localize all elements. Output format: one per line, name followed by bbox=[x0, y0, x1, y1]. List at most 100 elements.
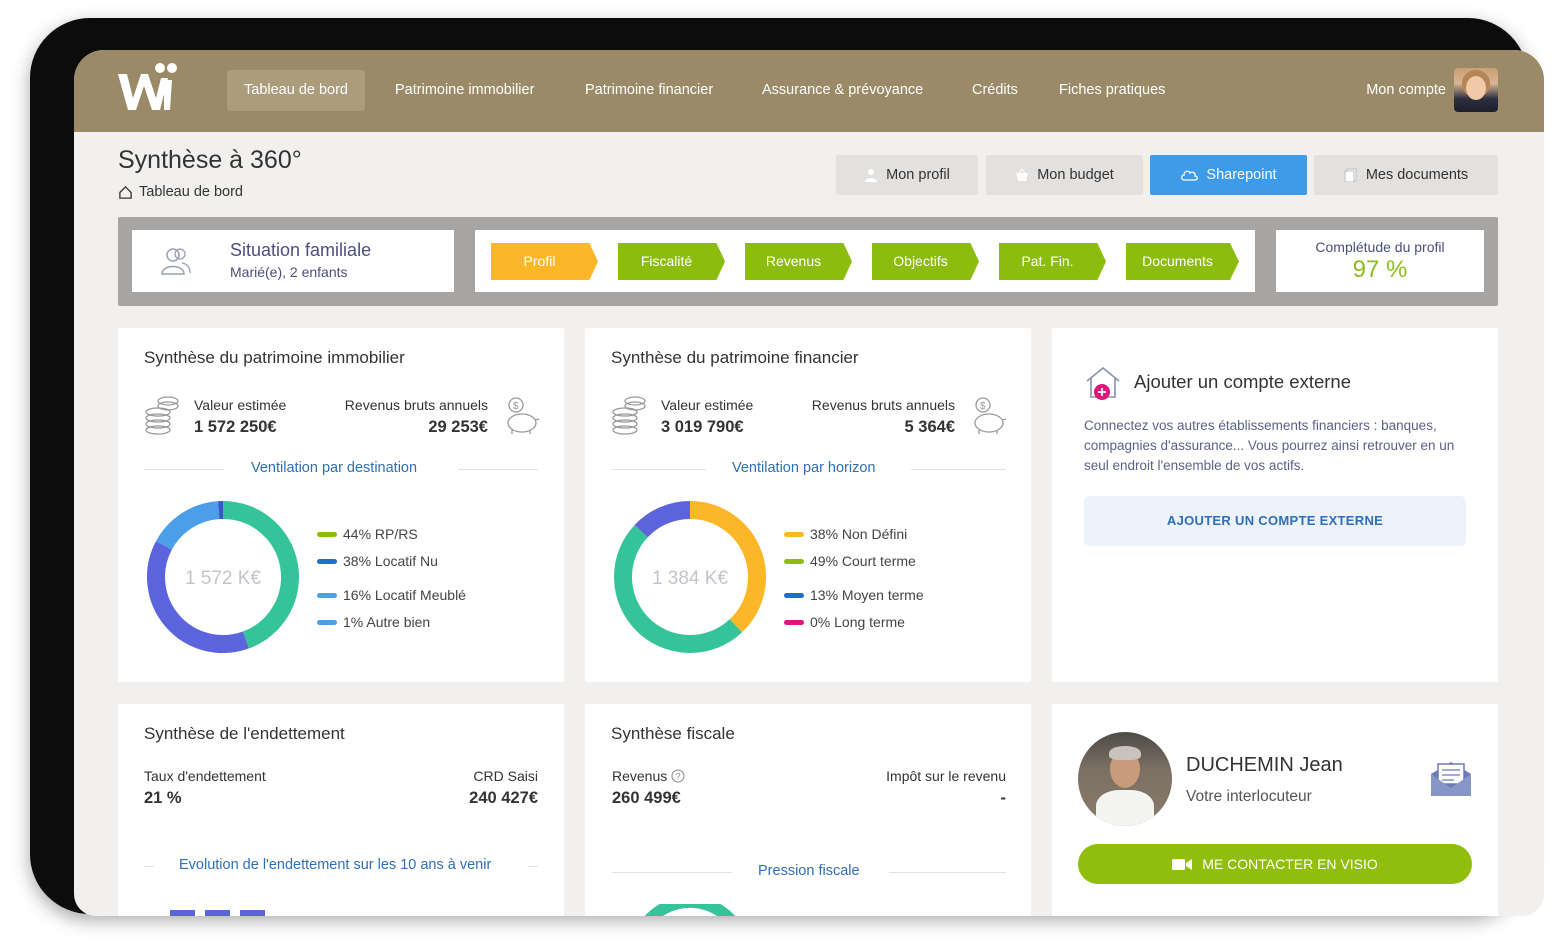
divider bbox=[144, 469, 224, 470]
pression-fiscale-gauge bbox=[644, 904, 736, 916]
legend-item: 49% Court terme bbox=[784, 553, 916, 569]
nav-patrimoine-immobilier[interactable]: Patrimoine immobilier bbox=[378, 70, 551, 111]
legend-item: 38% Locatif Nu bbox=[317, 553, 438, 569]
house-plus-icon bbox=[1086, 366, 1120, 400]
step-objectifs[interactable]: Objectifs bbox=[872, 243, 979, 280]
financier-title: Synthèse du patrimoine financier bbox=[611, 348, 859, 367]
impot-label: Impôt sur le revenu bbox=[886, 768, 1006, 784]
donut-segment bbox=[156, 501, 220, 550]
divider bbox=[528, 866, 538, 867]
divider bbox=[889, 872, 1006, 873]
legend-item: 16% Locatif Meublé bbox=[317, 587, 466, 603]
mail-icon[interactable] bbox=[1430, 758, 1472, 798]
step-revenus[interactable]: Revenus bbox=[745, 243, 852, 280]
divider bbox=[144, 866, 154, 867]
external-account-title: Ajouter un compte externe bbox=[1134, 371, 1351, 392]
immobilier-donut-chart: 1 572 K€ bbox=[147, 501, 299, 653]
contact-visio-label: ME CONTACTER EN VISIO bbox=[1202, 856, 1378, 872]
svg-text:$: $ bbox=[513, 401, 519, 412]
family-icon bbox=[161, 248, 191, 275]
immobilier-card[interactable]: Synthèse du patrimoine immobilier Valeur… bbox=[118, 328, 564, 682]
fiscale-card[interactable]: Synthèse fiscale Revenus ? 260 499€ Impô… bbox=[585, 704, 1031, 916]
sharepoint-button[interactable]: Sharepoint bbox=[1150, 155, 1307, 195]
step-profil[interactable]: Profil bbox=[491, 243, 598, 280]
breadcrumb-label: Tableau de bord bbox=[139, 184, 243, 200]
add-external-account-button[interactable]: AJOUTER UN COMPTE EXTERNE bbox=[1084, 496, 1466, 546]
financier-card[interactable]: Synthèse du patrimoine financier Valeur … bbox=[585, 328, 1031, 682]
legend-item: 0% Long terme bbox=[784, 614, 905, 630]
nav-tableau-de-bord[interactable]: Tableau de bord bbox=[227, 70, 365, 111]
revenus-label: Revenus bbox=[612, 768, 668, 784]
immobilier-donut-center: 1 572 K€ bbox=[185, 568, 261, 589]
immobilier-value: 1 572 250€ bbox=[194, 418, 277, 436]
divider bbox=[611, 469, 706, 470]
immobilier-section-title: Ventilation par destination bbox=[251, 460, 418, 476]
mon-profil-button[interactable]: Mon profil bbox=[836, 155, 978, 195]
financier-income: 5 364€ bbox=[904, 418, 955, 436]
breadcrumb[interactable]: Tableau de bord bbox=[118, 184, 243, 200]
contact-card: DUCHEMIN Jean Votre interlocuteur ME CON… bbox=[1052, 704, 1498, 916]
top-navigation: Tableau de bord Patrimoine immobilier Pa… bbox=[74, 50, 1544, 132]
user-avatar[interactable] bbox=[1454, 68, 1498, 112]
profile-strip: Situation familiale Marié(e), 2 enfants … bbox=[118, 217, 1498, 306]
fiscale-section-title: Pression fiscale bbox=[758, 863, 860, 879]
external-account-card: Ajouter un compte externe Connectez vos … bbox=[1052, 328, 1498, 682]
account-menu[interactable]: Mon compte bbox=[1366, 70, 1446, 111]
nav-fiches-pratiques[interactable]: Fiches pratiques bbox=[1042, 70, 1182, 111]
family-situation-card[interactable]: Situation familiale Marié(e), 2 enfants bbox=[132, 230, 454, 292]
debt-bar bbox=[170, 910, 195, 916]
profile-completion-card: Complétude du profil 97 % bbox=[1276, 230, 1484, 292]
endettement-section-title: Evolution de l'endettement sur les 10 an… bbox=[179, 857, 492, 873]
mes-documents-button[interactable]: Mes documents bbox=[1314, 155, 1498, 195]
piggy-bank-icon: $ bbox=[974, 397, 1007, 434]
coins-icon bbox=[145, 396, 179, 435]
external-account-description: Connectez vos autres établissements fina… bbox=[1084, 418, 1455, 473]
donut-segment bbox=[147, 541, 249, 653]
financier-donut-chart: 1 384 K€ bbox=[614, 501, 766, 653]
financier-income-label: Revenus bruts annuels bbox=[811, 397, 955, 413]
family-subtitle: Marié(e), 2 enfants bbox=[230, 264, 348, 280]
advisor-role: Votre interlocuteur bbox=[1186, 788, 1312, 805]
endettement-card[interactable]: Synthèse de l'endettement Taux d'endette… bbox=[118, 704, 564, 916]
debt-bar bbox=[205, 910, 230, 916]
endettement-rate-label: Taux d'endettement bbox=[144, 768, 266, 784]
advisor-name: DUCHEMIN Jean bbox=[1186, 754, 1343, 776]
step-fiscalite[interactable]: Fiscalité bbox=[618, 243, 725, 280]
piggy-bank-icon: $ bbox=[507, 397, 540, 434]
divider bbox=[458, 469, 538, 470]
svg-text:$: $ bbox=[980, 401, 986, 412]
step-pat-fin[interactable]: Pat. Fin. bbox=[999, 243, 1106, 280]
endettement-title: Synthèse de l'endettement bbox=[144, 724, 345, 743]
donut-segment bbox=[634, 501, 691, 538]
crd-value: 240 427€ bbox=[469, 789, 538, 807]
video-camera-icon bbox=[1172, 859, 1193, 870]
mon-budget-button[interactable]: Mon budget bbox=[986, 155, 1143, 195]
family-title: Situation familiale bbox=[230, 240, 372, 260]
nav-patrimoine-financier[interactable]: Patrimoine financier bbox=[568, 70, 730, 111]
legend-item: 44% RP/RS bbox=[317, 526, 418, 542]
nav-assurance-prevoyance[interactable]: Assurance & prévoyance bbox=[745, 70, 940, 111]
immobilier-title: Synthèse du patrimoine immobilier bbox=[144, 348, 405, 367]
immobilier-income-label: Revenus bruts annuels bbox=[344, 397, 488, 413]
wiizi-logo[interactable] bbox=[114, 60, 178, 116]
financier-donut-center: 1 384 K€ bbox=[652, 568, 728, 589]
crd-label: CRD Saisi bbox=[473, 768, 538, 784]
revenus-label-group: Revenus ? bbox=[612, 768, 685, 784]
tablet-frame: Tableau de bord Patrimoine immobilier Pa… bbox=[30, 18, 1544, 916]
nav-credits[interactable]: Crédits bbox=[955, 70, 1035, 111]
divider bbox=[612, 872, 732, 873]
advisor-photo bbox=[1078, 732, 1172, 826]
svg-text:?: ? bbox=[676, 772, 681, 782]
document-icon bbox=[1344, 168, 1357, 182]
app-screen: Tableau de bord Patrimoine immobilier Pa… bbox=[74, 50, 1544, 916]
help-icon[interactable]: ? bbox=[671, 769, 685, 783]
cloud-icon bbox=[1181, 170, 1199, 181]
impot-value: - bbox=[1000, 789, 1007, 807]
step-documents[interactable]: Documents bbox=[1126, 243, 1239, 280]
divider bbox=[911, 469, 1006, 470]
debt-bar bbox=[240, 910, 265, 916]
legend-item: 38% Non Défini bbox=[784, 526, 907, 542]
contact-visio-button[interactable]: ME CONTACTER EN VISIO bbox=[1078, 844, 1472, 884]
home-icon bbox=[119, 185, 132, 199]
financier-value-label: Valeur estimée bbox=[661, 397, 754, 413]
